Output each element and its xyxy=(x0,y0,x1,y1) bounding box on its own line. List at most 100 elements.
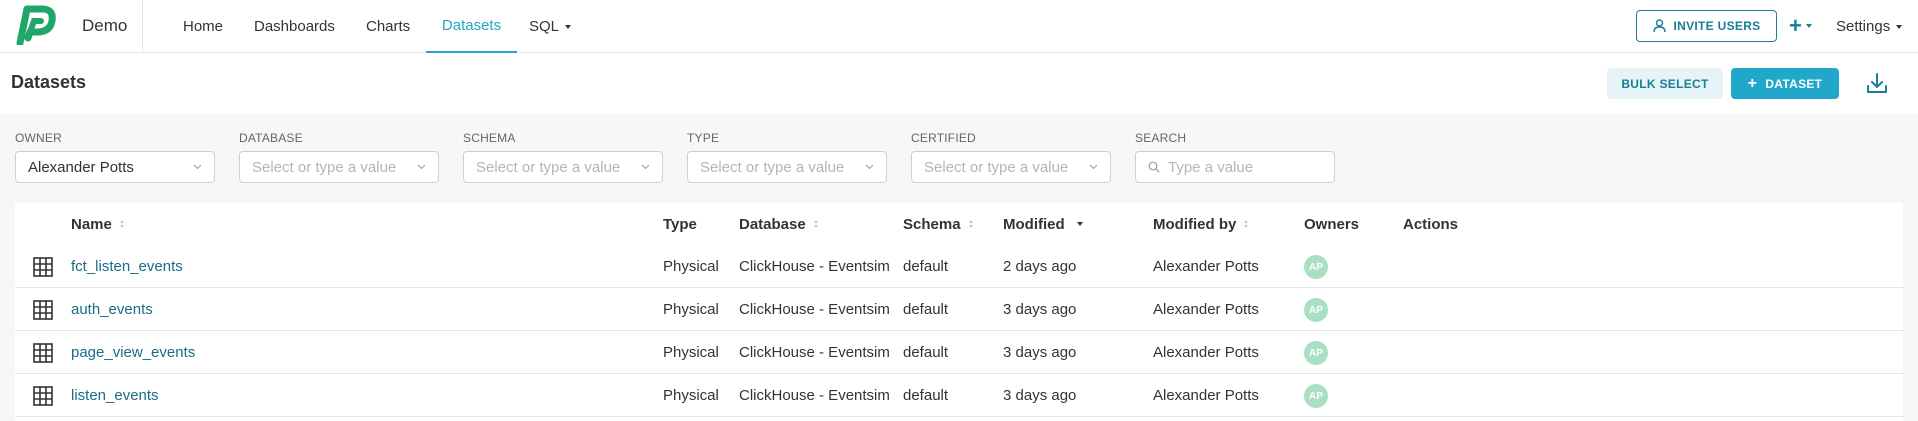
invite-users-label: INVITE USERS xyxy=(1673,19,1761,33)
dataset-database: ClickHouse - Eventsim xyxy=(739,258,890,275)
nav-dashboards[interactable]: Dashboards xyxy=(254,0,335,53)
nav-charts[interactable]: Charts xyxy=(366,0,410,53)
nav-sql-label: SQL xyxy=(529,18,560,35)
owner-avatar[interactable]: AP xyxy=(1304,341,1328,365)
search-filter-label: SEARCH xyxy=(1135,131,1187,145)
column-header-label: Type xyxy=(663,215,697,233)
dataset-modified: 3 days ago xyxy=(1003,301,1077,318)
type-filter: TYPE Select or type a value xyxy=(687,131,887,183)
dataset-name-link[interactable]: auth_events xyxy=(71,288,153,331)
nav-datasets-label: Datasets xyxy=(441,17,502,34)
column-header-schema[interactable]: Schema xyxy=(903,203,973,245)
page-title: Datasets xyxy=(11,72,87,92)
column-header-owners: Owners xyxy=(1304,203,1359,245)
sort-desc-icon xyxy=(1076,222,1083,226)
sort-icon xyxy=(119,220,124,228)
dataset-schema: default xyxy=(903,387,949,404)
chevron-down-icon xyxy=(1089,164,1098,170)
schema-select[interactable]: Select or type a value xyxy=(463,151,663,183)
schema-filter: SCHEMA Select or type a value xyxy=(463,131,663,183)
bulk-select-button[interactable]: BULK SELECT xyxy=(1607,68,1723,99)
chevron-down-icon xyxy=(193,164,202,170)
column-header-label: Actions xyxy=(1403,215,1459,233)
caret-down-icon xyxy=(565,24,572,29)
chevron-down-icon xyxy=(417,164,426,170)
sort-icon xyxy=(1244,220,1249,228)
search-input[interactable]: Type a value xyxy=(1135,151,1335,183)
page-header: Datasets BULK SELECT + DATASET xyxy=(0,53,1918,114)
nav-home-label: Home xyxy=(183,18,224,35)
dataset-type: Physical xyxy=(663,344,719,361)
owner-filter: OWNER Alexander Potts xyxy=(15,131,215,183)
new-item-menu[interactable]: + xyxy=(1789,13,1812,38)
type-select[interactable]: Select or type a value xyxy=(687,151,887,183)
dataset-type: Physical xyxy=(663,387,719,404)
search-placeholder: Type a value xyxy=(1168,158,1254,176)
owner-filter-label: OWNER xyxy=(15,131,62,145)
dataset-database: ClickHouse - Eventsim xyxy=(739,387,890,404)
owner-avatar[interactable]: AP xyxy=(1304,255,1328,279)
download-icon[interactable] xyxy=(1864,71,1890,97)
column-header-modified-by[interactable]: Modified by xyxy=(1153,203,1249,245)
dataset-modified-by: Alexander Potts xyxy=(1153,301,1259,318)
top-navigation: Demo Home Dashboards Charts Datasets SQL… xyxy=(0,0,1918,53)
nav-sql-menu[interactable]: SQL xyxy=(529,0,572,53)
dataset-database: ClickHouse - Eventsim xyxy=(739,301,890,318)
dataset-modified: 3 days ago xyxy=(1003,344,1077,361)
dataset-modified: 2 days ago xyxy=(1003,258,1077,275)
search-icon xyxy=(1148,161,1160,173)
column-header-label: Owners xyxy=(1304,215,1360,233)
settings-menu[interactable]: Settings xyxy=(1836,0,1903,53)
invite-users-button[interactable]: INVITE USERS xyxy=(1636,10,1777,42)
table-row[interactable]: auth_events Physical ClickHouse - Events… xyxy=(15,288,1903,331)
column-header-actions: Actions xyxy=(1403,203,1458,245)
column-header-label: Schema xyxy=(903,215,961,233)
dataset-modified-by: Alexander Potts xyxy=(1153,258,1259,275)
type-select-placeholder: Select or type a value xyxy=(700,158,845,176)
plus-icon: + xyxy=(1747,74,1758,92)
column-header-modified[interactable]: Modified xyxy=(1003,203,1083,245)
database-filter: DATABASE Select or type a value xyxy=(239,131,439,183)
certified-select[interactable]: Select or type a value xyxy=(911,151,1111,183)
owner-avatar[interactable]: AP xyxy=(1304,298,1328,322)
database-select[interactable]: Select or type a value xyxy=(239,151,439,183)
superset-logo-icon[interactable] xyxy=(14,5,58,45)
chevron-down-icon xyxy=(865,164,874,170)
table-row[interactable]: listen_events Physical ClickHouse - Even… xyxy=(15,374,1903,417)
column-header-name[interactable]: Name xyxy=(71,203,124,245)
dataset-modified: 3 days ago xyxy=(1003,387,1077,404)
dataset-name-link[interactable]: listen_events xyxy=(71,374,159,417)
schema-select-placeholder: Select or type a value xyxy=(476,158,621,176)
table-icon xyxy=(33,386,53,406)
column-header-type: Type xyxy=(663,203,697,245)
column-header-label: Modified by xyxy=(1153,215,1237,233)
column-header-label: Name xyxy=(71,215,112,233)
table-row[interactable]: page_view_events Physical ClickHouse - E… xyxy=(15,331,1903,374)
sort-icon xyxy=(968,220,973,228)
dataset-schema: default xyxy=(903,258,949,275)
nav-charts-label: Charts xyxy=(366,18,411,35)
database-select-placeholder: Select or type a value xyxy=(252,158,397,176)
table-icon xyxy=(33,343,53,363)
owner-avatar[interactable]: AP xyxy=(1304,384,1328,408)
certified-filter-label: CERTIFIED xyxy=(911,131,976,145)
owner-select[interactable]: Alexander Potts xyxy=(15,151,215,183)
table-icon xyxy=(33,300,53,320)
nav-datasets[interactable]: Datasets xyxy=(426,0,517,53)
brand-name[interactable]: Demo xyxy=(80,0,143,52)
dataset-modified-by: Alexander Potts xyxy=(1153,387,1259,404)
column-header-database[interactable]: Database xyxy=(739,203,818,245)
table-icon xyxy=(33,257,53,277)
schema-filter-label: SCHEMA xyxy=(463,131,516,145)
search-filter: SEARCH Type a value xyxy=(1135,131,1335,183)
plus-icon: + xyxy=(1789,13,1802,38)
dataset-type: Physical xyxy=(663,301,719,318)
nav-home[interactable]: Home xyxy=(183,0,223,53)
dataset-name-link[interactable]: fct_listen_events xyxy=(71,245,183,288)
table-row[interactable]: fct_listen_events Physical ClickHouse - … xyxy=(15,245,1903,288)
dataset-type: Physical xyxy=(663,258,719,275)
add-dataset-button[interactable]: + DATASET xyxy=(1731,68,1839,99)
caret-down-icon xyxy=(1896,24,1903,29)
dataset-name-link[interactable]: page_view_events xyxy=(71,331,195,374)
database-filter-label: DATABASE xyxy=(239,131,303,145)
